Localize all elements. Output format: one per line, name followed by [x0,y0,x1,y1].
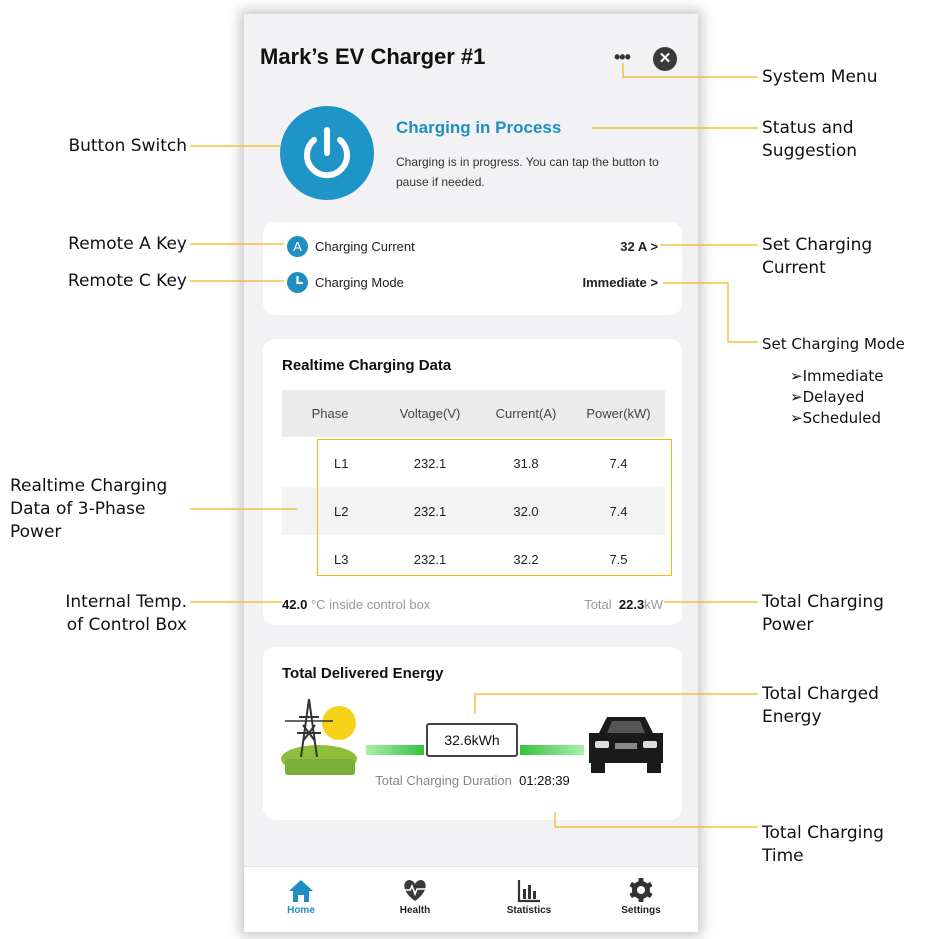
annotation-remote-a: Remote A Key [68,234,187,254]
annotation-remote-c: Remote C Key [67,271,187,291]
annotation-temp: Internal Temp. of Control Box [65,592,187,635]
annotation-total-time: Total Charging Time [762,823,884,866]
annotation-set-mode: Set Charging Mode [762,335,905,353]
annotation-total-power: Total Charging Power [762,592,884,635]
annotation-status: Status and Suggestion [762,118,858,161]
annotation-set-current: Set Charging Current [762,235,873,278]
annotation-realtime: Realtime Charging Data of 3-Phase Power [10,476,168,542]
annotation-mode-options: ➢Immediate ➢Delayed ➢Scheduled [790,367,884,427]
annotation-system-menu: System Menu [762,67,878,87]
annotation-total-energy: Total Charged Energy [762,684,879,727]
annotation-button-switch: Button Switch [68,136,187,156]
